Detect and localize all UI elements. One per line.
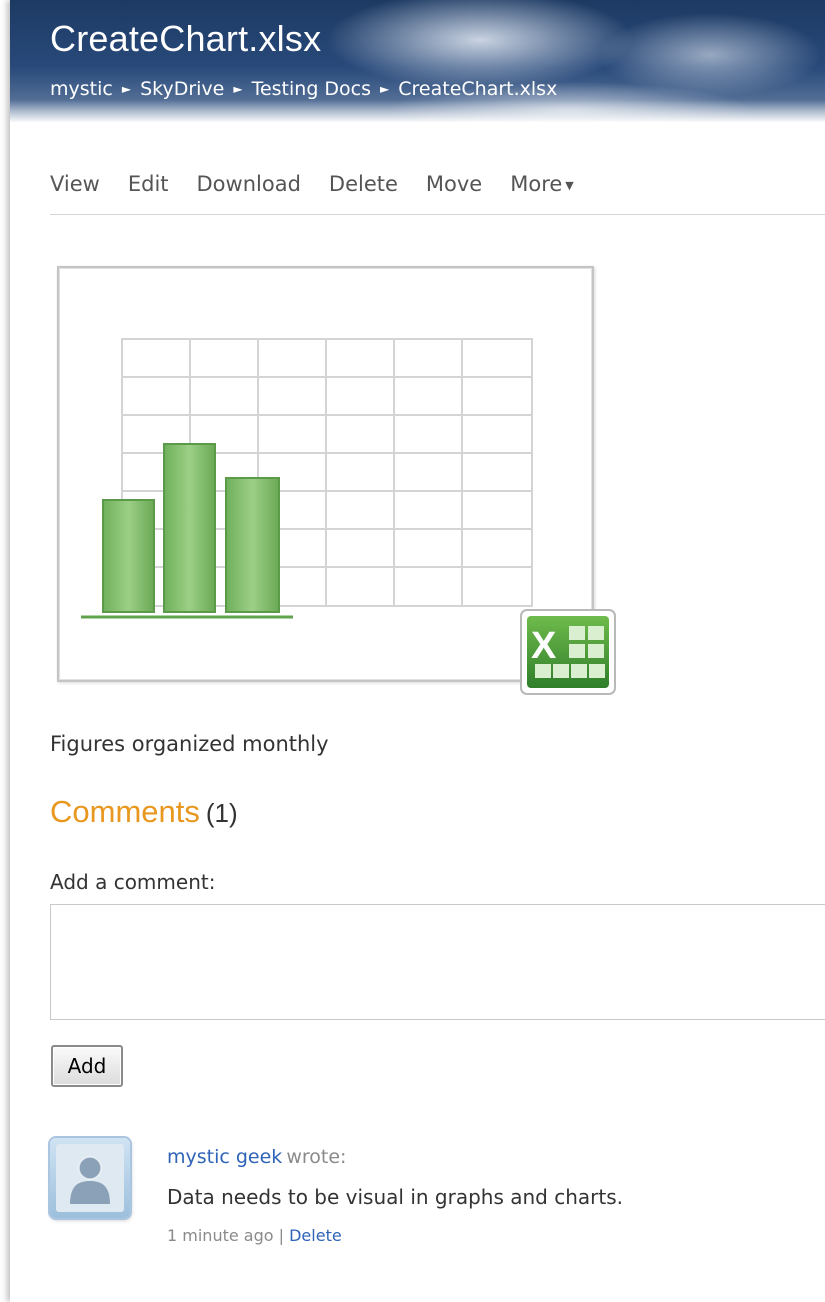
caret-down-icon: ▼ <box>565 178 574 192</box>
comment-timestamp: 1 minute ago <box>167 1226 274 1245</box>
user-silhouette-icon <box>56 1144 124 1212</box>
breadcrumb: mystic ► SkyDrive ► Testing Docs ► Creat… <box>50 78 557 100</box>
header-banner: CreateChart.xlsx mystic ► SkyDrive ► Tes… <box>10 0 825 122</box>
action-bar: View Edit Download Delete Move More ▼ <box>50 172 825 215</box>
more-label: More <box>510 172 563 196</box>
comment-delete-link[interactable]: Delete <box>289 1226 342 1245</box>
page-title: CreateChart.xlsx <box>50 18 322 59</box>
svg-text:X: X <box>531 625 557 667</box>
breadcrumb-separator-icon: ► <box>233 82 243 96</box>
comments-heading: Comments (1) <box>50 794 238 830</box>
page: CreateChart.xlsx mystic ► SkyDrive ► Tes… <box>10 0 825 1302</box>
add-comment-button[interactable]: Add <box>51 1045 123 1087</box>
excel-icon: X <box>520 609 616 695</box>
move-link[interactable]: Move <box>426 172 482 196</box>
header-fade <box>10 100 825 122</box>
comment-meta-separator: | <box>278 1226 285 1245</box>
breadcrumb-item-current-file: CreateChart.xlsx <box>398 78 558 100</box>
comment-header: mystic geek wrote: <box>167 1146 346 1168</box>
more-menu[interactable]: More ▼ <box>510 172 574 196</box>
breadcrumb-separator-icon: ► <box>380 82 390 96</box>
view-link[interactable]: View <box>50 172 100 196</box>
breadcrumb-item-mystic[interactable]: mystic <box>50 78 113 100</box>
file-description: Figures organized monthly <box>50 732 329 756</box>
add-comment-label: Add a comment: <box>50 870 216 894</box>
file-thumbnail[interactable] <box>57 266 594 682</box>
comments-title: Comments <box>50 794 200 829</box>
download-link[interactable]: Download <box>197 172 301 196</box>
spreadsheet-chart-icon <box>81 338 533 619</box>
avatar[interactable] <box>50 1138 130 1218</box>
breadcrumb-item-testing-docs[interactable]: Testing Docs <box>252 78 371 100</box>
comment-author-link[interactable]: mystic geek <box>167 1146 282 1168</box>
delete-link[interactable]: Delete <box>329 172 398 196</box>
comments-count: (1) <box>205 798 238 828</box>
breadcrumb-separator-icon: ► <box>121 82 132 96</box>
comment-text: Data needs to be visual in graphs and ch… <box>167 1185 623 1209</box>
comment-wrote-label: wrote: <box>286 1146 347 1168</box>
breadcrumb-item-skydrive[interactable]: SkyDrive <box>140 78 224 100</box>
comment-input[interactable] <box>50 904 825 1020</box>
comment-meta: 1 minute ago | Delete <box>167 1226 342 1245</box>
edit-link[interactable]: Edit <box>128 172 169 196</box>
